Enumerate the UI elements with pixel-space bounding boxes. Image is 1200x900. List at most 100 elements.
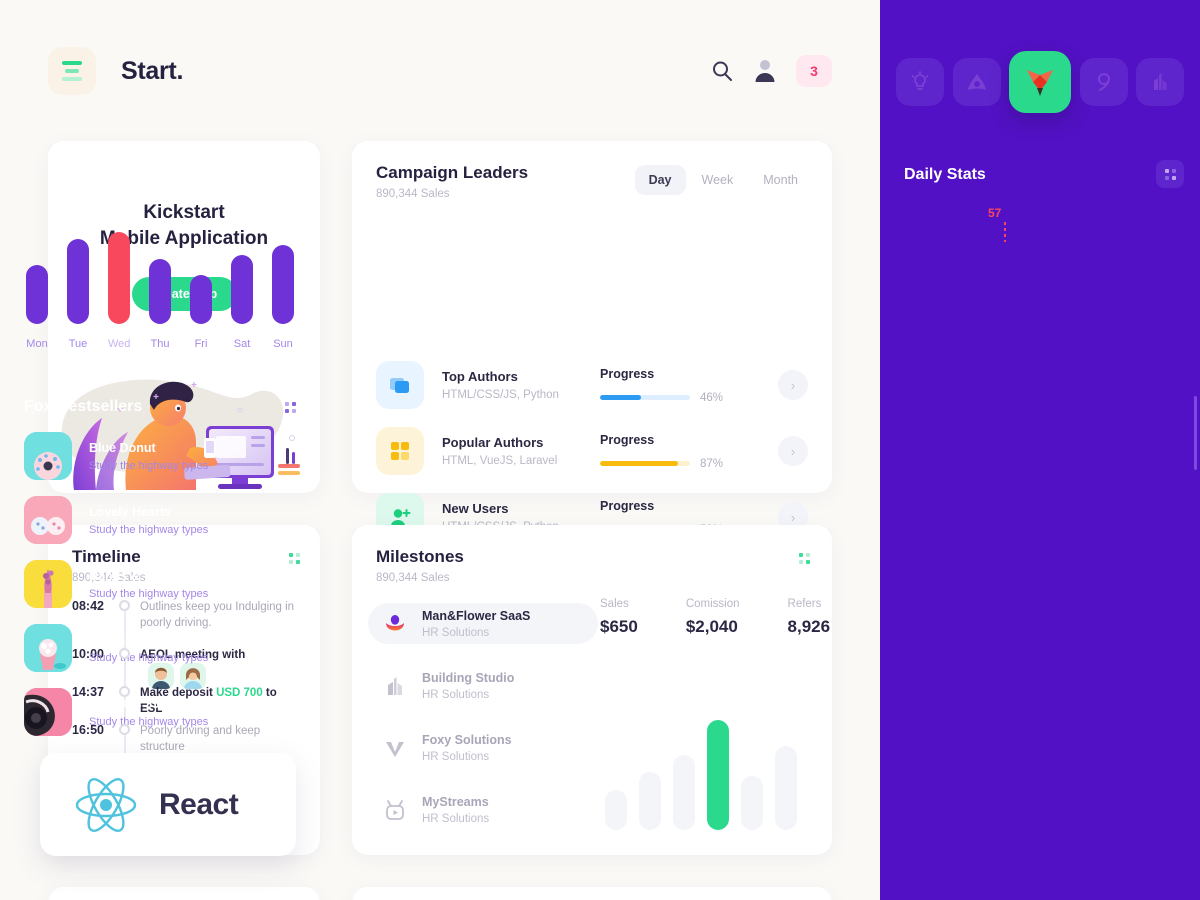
- milestone-row[interactable]: Man&Flower SaaS HR Solutions: [368, 603, 598, 644]
- bestseller-row[interactable]: Lovely Hearts Study the highway types: [24, 496, 296, 544]
- progress-label: Progress: [600, 498, 655, 513]
- flower-icon: [382, 611, 408, 637]
- progress-track: [600, 395, 690, 400]
- product-thumbnail: [24, 432, 72, 480]
- milestone-stats: Sales $650 Comission $2,040 Refers 8,926: [600, 598, 830, 637]
- user-icon[interactable]: [753, 58, 777, 84]
- day-label-fri: Fri: [194, 338, 208, 350]
- progress-track: [600, 461, 690, 466]
- bestseller-row[interactable]: Blue Donut Study the highway types: [24, 432, 296, 480]
- bestseller-sub: Study the highway types: [89, 651, 209, 664]
- header-actions: 3: [710, 55, 832, 87]
- chart-bar-highlight: [108, 232, 130, 324]
- day-label-mon: Mon: [26, 338, 48, 350]
- day-label-sat: Sat: [233, 338, 251, 350]
- tab-day[interactable]: Day: [634, 165, 686, 195]
- drag-grip-icon[interactable]: [1156, 160, 1184, 188]
- chart-bar: [67, 239, 89, 324]
- progress-fill: [600, 461, 679, 466]
- milestone-name: Foxy Solutions: [422, 732, 512, 747]
- product-thumbnail: [24, 560, 72, 608]
- stat-label: Refers: [787, 598, 822, 610]
- drag-grip-icon[interactable]: [285, 402, 296, 413]
- bestseller-name: Blue Donut: [89, 440, 156, 455]
- notification-badge[interactable]: 3: [796, 55, 832, 87]
- campaign-name: Popular Authors: [442, 435, 544, 450]
- bestseller-sub: Study the highway types: [89, 587, 209, 600]
- milestones-card-header: Milestones 890,344 Sales: [352, 525, 832, 584]
- stat-commission: Comission $2,040: [686, 598, 740, 637]
- arrow-up-icon[interactable]: [952, 58, 1001, 106]
- product-thumbnail: [24, 496, 72, 544]
- nine-icon[interactable]: [1079, 58, 1128, 106]
- chevron-right-icon[interactable]: ›: [778, 370, 808, 400]
- chart-bar: [605, 790, 627, 830]
- tab-week[interactable]: Week: [688, 165, 748, 195]
- fox-logo-icon[interactable]: [1009, 51, 1071, 113]
- milestone-sub: HR Solutions: [422, 626, 490, 639]
- progress-percent: 46%: [700, 391, 724, 404]
- bestsellers-title: Fox Bestsellers: [24, 398, 143, 415]
- stat-label: Comission: [685, 598, 740, 610]
- progress-percent: 87%: [700, 457, 724, 470]
- building-icon[interactable]: [1136, 58, 1184, 106]
- milestone-row[interactable]: MyStreams HR Solutions: [368, 789, 598, 830]
- milestone-row[interactable]: Foxy Solutions HR Solutions: [368, 727, 598, 768]
- day-label-thu: Thu: [150, 338, 170, 350]
- campaign-row[interactable]: Popular Authors HTML, VueJS, Laravel Pro…: [376, 427, 808, 475]
- react-logo-icon: [75, 777, 137, 832]
- hamburger-menu-icon[interactable]: [48, 47, 96, 95]
- daily-stats-bar-chart: [26, 232, 294, 324]
- campaign-card-header: Campaign Leaders 890,344 Sales Day Week …: [352, 141, 832, 200]
- day-bar-wrap: [272, 232, 294, 324]
- stat-sales: Sales $650: [600, 598, 638, 637]
- search-icon[interactable]: [710, 59, 734, 83]
- bestsellers-list: Blue Donut Study the highway types Lovel…: [24, 432, 296, 752]
- stat-value: $650: [600, 617, 638, 636]
- milestone-text: Building Studio HR Solutions: [422, 671, 514, 701]
- bestseller-row[interactable]: Hands & Yellow Study the highway types: [24, 560, 296, 608]
- page-title: Start.: [121, 56, 184, 85]
- milestones-subtitle: 890,344 Sales: [376, 572, 450, 584]
- building-icon: [382, 673, 408, 699]
- app-switcher: [896, 51, 1184, 113]
- right-sidebar: Daily Stats: [880, 0, 1200, 900]
- bestseller-name: Bose QC 35 II: [89, 696, 170, 711]
- bestseller-row[interactable]: Bose QC 35 II Study the highway types: [24, 688, 296, 736]
- bottom-card-left: [48, 887, 320, 900]
- chevron-right-icon[interactable]: ›: [778, 436, 808, 466]
- milestone-name: MyStreams: [422, 794, 489, 809]
- react-badge-card[interactable]: React: [40, 753, 296, 856]
- campaign-progress: Progress 87%: [600, 433, 735, 470]
- menu-bar: [65, 69, 79, 73]
- milestone-text: MyStreams HR Solutions: [422, 795, 489, 825]
- day-bar-wrap: [149, 232, 171, 324]
- lightbulb-icon[interactable]: [896, 58, 944, 106]
- bestseller-row[interactable]: Cup & Green Study the highway types: [24, 624, 296, 672]
- sidebar-scrollbar[interactable]: [1194, 396, 1197, 470]
- chart-bar: [26, 265, 48, 324]
- campaign-progress: Progress 46%: [600, 367, 735, 404]
- grid-icon: [376, 427, 424, 475]
- milestone-row[interactable]: Building Studio HR Solutions: [368, 665, 598, 706]
- kickstart-title-line1: Kickstart: [143, 202, 225, 223]
- react-label: React: [159, 787, 239, 821]
- stat-label: Sales: [600, 598, 629, 610]
- milestone-name: Man&Flower SaaS: [422, 608, 531, 623]
- campaign-leaders-card: Campaign Leaders 890,344 Sales Day Week …: [352, 141, 832, 607]
- chart-bar: [673, 755, 695, 830]
- day-label-tue: Tue: [68, 338, 88, 350]
- progress-label: Progress: [600, 366, 655, 381]
- milestone-text: Foxy Solutions HR Solutions: [422, 733, 512, 763]
- stat-value: $2,040: [685, 617, 738, 636]
- bestseller-text: Bose QC 35 II Study the highway types: [89, 697, 208, 728]
- progress-fill: [600, 395, 642, 400]
- daily-stats-labels: Mon Tue Wed Thu Fri Sat Sun: [26, 338, 294, 350]
- drag-grip-icon[interactable]: [799, 553, 810, 564]
- campaign-row[interactable]: Top Authors HTML/CSS/JS, Python Progress…: [376, 361, 808, 409]
- milestone-sub: HR Solutions: [422, 688, 490, 701]
- tab-month[interactable]: Month: [749, 165, 812, 195]
- daily-stats-section: Daily Stats: [904, 160, 1184, 188]
- milestone-sub: HR Solutions: [422, 812, 490, 825]
- chart-bar: [149, 258, 171, 324]
